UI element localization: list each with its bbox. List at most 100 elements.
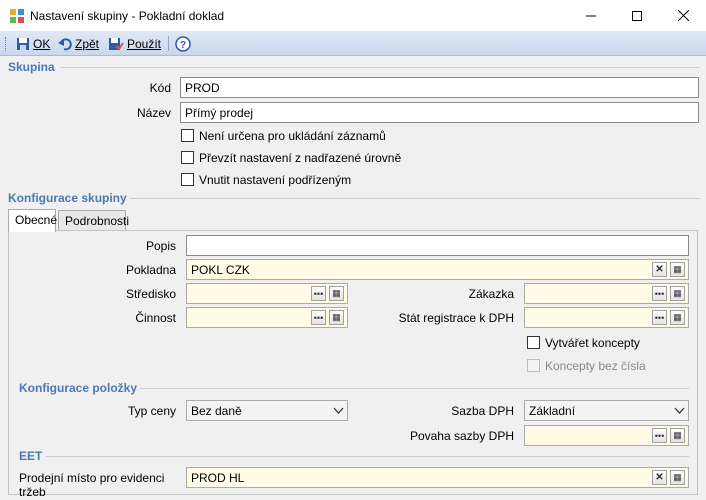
undo-icon — [58, 37, 72, 50]
pokladna-label: Pokladna — [125, 263, 176, 277]
lookup-button[interactable]: ▦ — [329, 286, 344, 301]
drafts-no-number-checkbox — [527, 359, 540, 372]
toolbar-separator — [168, 36, 169, 51]
misto-label: Prodejní místo pro evidenci tržeb — [19, 471, 165, 499]
apply-button[interactable]: Použít — [108, 34, 161, 53]
ellipsis-icon: ••• — [654, 430, 665, 441]
table-icon: ▦ — [673, 472, 682, 482]
lookup-button[interactable]: ▦ — [670, 428, 685, 443]
inherit-settings-checkbox[interactable] — [181, 151, 194, 164]
lookup-button[interactable]: ▦ — [670, 470, 685, 485]
minimize-icon — [586, 15, 596, 16]
ellipsis-icon: ••• — [654, 312, 665, 323]
chevron-down-icon — [333, 407, 344, 414]
apply-icon — [109, 37, 124, 51]
not-for-records-checkbox[interactable] — [181, 129, 194, 142]
browse-button[interactable]: ••• — [311, 310, 326, 325]
table-icon: ▦ — [673, 312, 682, 322]
help-icon: ? — [175, 35, 191, 52]
kod-label: Kód — [149, 81, 171, 95]
misto-input[interactable]: PROD HL ✕ ▦ — [186, 467, 689, 488]
sazba-value: Základní — [529, 404, 576, 418]
povaha-input[interactable]: ••• ▦ — [524, 425, 689, 446]
table-icon: ▦ — [673, 288, 682, 298]
ellipsis-icon: ••• — [654, 288, 665, 299]
create-drafts-checkbox[interactable] — [527, 336, 540, 349]
povaha-label: Povaha sazby DPH — [409, 429, 514, 443]
apply-label: Použít — [127, 36, 162, 51]
table-icon: ▦ — [332, 288, 341, 298]
lookup-button[interactable]: ▦ — [670, 286, 685, 301]
clear-button[interactable]: ✕ — [652, 470, 667, 485]
section-divider — [46, 456, 689, 457]
chevron-down-icon — [674, 407, 685, 414]
section-konfigurace-title: Konfigurace skupiny — [8, 191, 127, 205]
browse-button[interactable]: ••• — [652, 310, 667, 325]
stredisko-input[interactable]: ••• ▦ — [186, 283, 348, 304]
typ-ceny-select[interactable]: Bez daně — [186, 400, 348, 421]
lookup-button[interactable]: ▦ — [670, 310, 685, 325]
force-children-checkbox[interactable] — [181, 173, 194, 186]
ellipsis-icon: ••• — [313, 288, 324, 299]
section-divider — [60, 67, 700, 68]
clear-icon: ✕ — [655, 472, 664, 483]
lookup-button[interactable]: ▦ — [329, 310, 344, 325]
close-button[interactable] — [660, 0, 706, 31]
browse-button[interactable]: ••• — [652, 286, 667, 301]
save-icon — [17, 37, 29, 50]
tab-obecne[interactable]: Obecné — [8, 209, 57, 232]
not-for-records-label: Není určena pro ukládání záznamů — [199, 129, 386, 143]
section-eet-title: EET — [19, 449, 43, 463]
clear-icon: ✕ — [655, 264, 664, 275]
stat-input[interactable]: ••• ▦ — [524, 307, 689, 328]
maximize-icon — [632, 10, 642, 21]
popis-input[interactable] — [186, 235, 689, 256]
nazev-input[interactable]: Přímý prodej — [180, 102, 699, 123]
toolbar: OK Zpět Použít ? — [0, 31, 706, 56]
table-icon: ▦ — [673, 264, 682, 274]
minimize-button[interactable] — [568, 0, 614, 31]
back-button[interactable]: Zpět — [58, 34, 99, 53]
browse-button[interactable]: ••• — [652, 428, 667, 443]
tab-podrobnosti[interactable]: Podrobnosti — [58, 210, 129, 232]
table-icon: ▦ — [673, 430, 682, 440]
ellipsis-icon: ••• — [313, 312, 324, 323]
zakazka-input[interactable]: ••• ▦ — [524, 283, 689, 304]
drafts-no-number-label: Koncepty bez čísla — [545, 359, 646, 373]
create-drafts-label: Vytvářet koncepty — [545, 336, 640, 350]
zakazka-label: Zákazka — [468, 287, 514, 301]
section-divider — [140, 388, 689, 389]
ok-label: OK — [33, 36, 51, 51]
section-divider — [130, 198, 700, 199]
app-icon — [10, 9, 24, 23]
misto-value: PROD HL — [191, 471, 245, 485]
pokladna-value: POKL CZK — [191, 263, 250, 277]
sazba-label: Sazba DPH — [451, 404, 514, 418]
table-icon: ▦ — [332, 312, 341, 322]
section-skupina-title: Skupina — [8, 60, 55, 74]
force-children-label: Vnutit nastavení podřízeným — [199, 173, 352, 187]
cinnost-label: Činnost — [135, 311, 176, 325]
lookup-button[interactable]: ▦ — [670, 262, 685, 277]
browse-button[interactable]: ••• — [311, 286, 326, 301]
section-polozky-title: Konfigurace položky — [19, 381, 138, 395]
maximize-button[interactable] — [614, 0, 660, 31]
popis-label: Popis — [145, 239, 176, 253]
kod-input[interactable]: PROD — [180, 77, 699, 98]
window-title: Nastavení skupiny - Pokladní doklad — [30, 9, 225, 23]
sazba-select[interactable]: Základní — [524, 400, 689, 421]
title-bar: Nastavení skupiny - Pokladní doklad — [0, 0, 706, 31]
pokladna-input[interactable]: POKL CZK ✕ ▦ — [186, 259, 689, 280]
nazev-label: Název — [136, 106, 171, 120]
stat-label: Stát registrace k DPH — [398, 311, 514, 325]
typ-ceny-value: Bez daně — [191, 404, 242, 418]
inherit-settings-label: Převzít nastavení z nadřazené úrovně — [199, 151, 402, 165]
stredisko-label: Středisko — [125, 287, 176, 301]
ok-button[interactable]: OK — [16, 34, 50, 53]
toolbar-grip[interactable] — [5, 37, 8, 51]
clear-button[interactable]: ✕ — [652, 262, 667, 277]
typ-ceny-label: Typ ceny — [127, 404, 176, 418]
help-button[interactable]: ? — [175, 34, 191, 53]
cinnost-input[interactable]: ••• ▦ — [186, 307, 348, 328]
svg-text:?: ? — [180, 40, 186, 51]
